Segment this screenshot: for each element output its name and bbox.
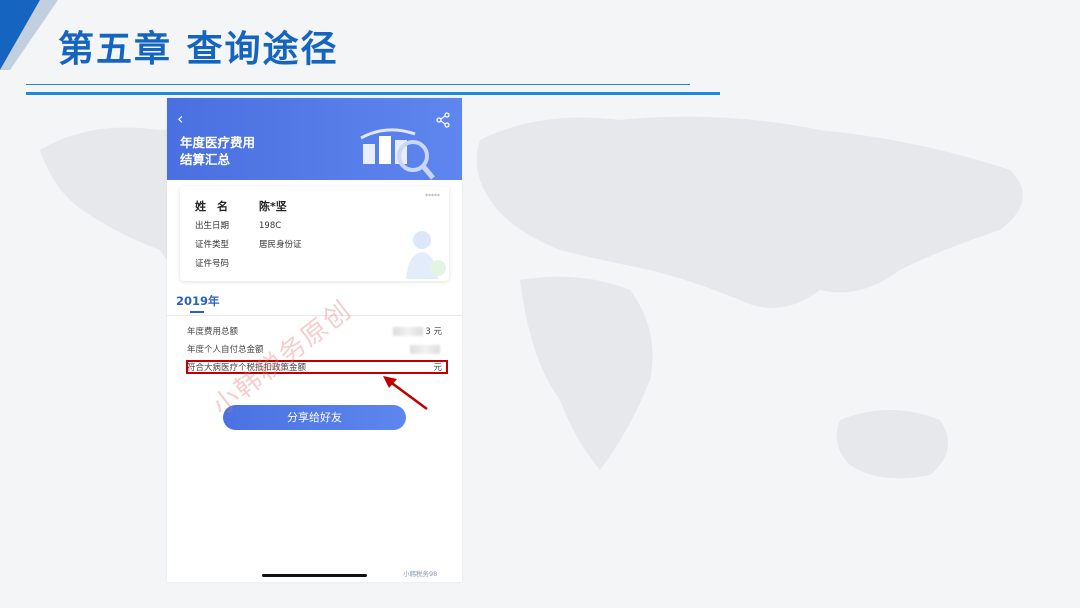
birth-row: 出生日期 198C <box>195 221 282 231</box>
share-to-friends-button[interactable]: 分享给好友 <box>223 405 406 430</box>
app-header-title: 年度医疗费用 结算汇总 <box>180 135 256 167</box>
card-corner-mark: ***** <box>425 193 440 200</box>
highlight-box <box>186 360 448 374</box>
total-cost-value: 3 元 <box>393 325 442 339</box>
id-number-row: 证件号码 <box>195 259 230 269</box>
corner-decoration <box>0 0 58 70</box>
person-illustration-icon <box>406 231 446 279</box>
phone-screenshot: ‹ 年度医疗费用 结算汇总 ***** 姓 名陈*坚 出生日期 198C 证件类… <box>167 98 462 582</box>
redacted-value <box>410 345 440 354</box>
year-tab[interactable]: 2019年 <box>176 293 220 309</box>
title-divider-thin <box>26 84 690 85</box>
self-pay-value <box>410 343 442 357</box>
id-type-row: 证件类型 居民身份证 <box>195 240 302 250</box>
home-indicator <box>262 574 367 577</box>
title-divider-thick <box>26 92 720 95</box>
share-icon[interactable] <box>435 112 451 128</box>
redacted-value <box>393 327 424 336</box>
footer-watermark: 小韩税务98 <box>403 570 438 578</box>
year-tab-indicator <box>190 311 204 313</box>
name-row: 姓 名陈*坚 <box>195 200 287 213</box>
bar-chart-magnifier-icon <box>360 128 435 180</box>
app-header: ‹ 年度医疗费用 结算汇总 <box>167 98 462 180</box>
slide-title: 第五章 查询途径 <box>58 29 339 70</box>
personal-info-card: ***** 姓 名陈*坚 出生日期 198C 证件类型 居民身份证 证件号码 <box>180 186 449 281</box>
back-chevron-icon[interactable]: ‹ <box>177 111 193 127</box>
